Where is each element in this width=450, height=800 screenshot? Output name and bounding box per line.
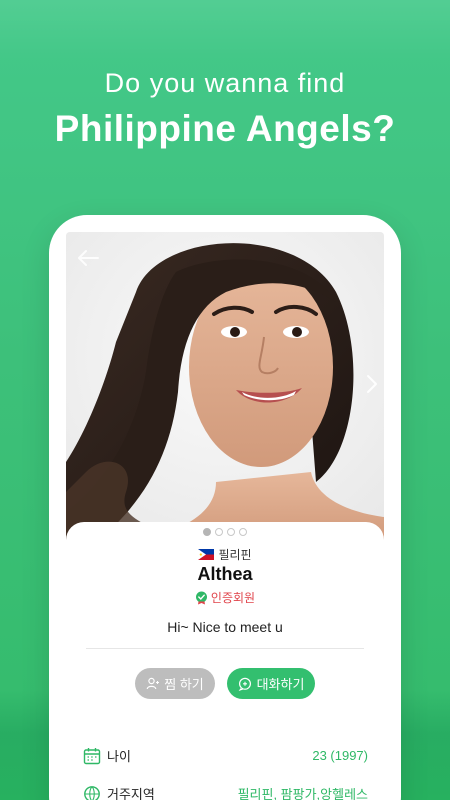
verified-badge: 인증회원 <box>66 589 384 606</box>
pagination-dot[interactable] <box>239 528 247 536</box>
like-button-label: 찜 하기 <box>164 677 204 692</box>
portrait-illustration <box>66 232 384 542</box>
profile-screen: 필리핀 Althea 인증회원 Hi~ Nice to meet u 찜 하기 <box>66 232 384 800</box>
detail-label-age: 나이 <box>107 749 131 764</box>
action-buttons: 찜 하기 대화하기 <box>66 668 384 699</box>
country-row: 필리핀 <box>66 546 384 563</box>
detail-value-location: 필리핀, 팜팡가,앙헬레스 <box>237 787 368 800</box>
calendar-icon <box>83 747 101 764</box>
user-add-icon <box>146 677 160 690</box>
profile-name: Althea <box>197 564 253 584</box>
pagination-dot[interactable] <box>227 528 235 536</box>
detail-value-age: 23 (1997) <box>312 748 368 763</box>
verified-check-icon <box>195 591 207 604</box>
verified-label: 인증회원 <box>210 591 256 605</box>
philippines-flag-icon <box>198 549 215 560</box>
like-button[interactable]: 찜 하기 <box>135 668 215 699</box>
next-photo-chevron-icon[interactable] <box>364 372 380 396</box>
chat-bubble-icon <box>238 677 251 691</box>
detail-label-location: 거주지역 <box>107 787 155 800</box>
pagination-dot[interactable] <box>215 528 223 536</box>
background-top-decoration <box>0 0 450 60</box>
divider <box>86 648 364 649</box>
detail-row-location: 거주지역 필리핀, 팜팡가,앙헬레스 <box>66 784 384 800</box>
profile-photo[interactable] <box>66 232 384 542</box>
detail-row-age: 나이 23 (1997) <box>66 746 384 765</box>
photo-pagination[interactable] <box>66 528 384 536</box>
profile-details-panel: 나이 23 (1997) 거주지역 필리핀, 팜팡가,앙헬레스 <box>66 728 384 800</box>
country-label: 필리핀 <box>218 548 252 562</box>
hero-subtitle: Do you wanna find <box>104 68 346 98</box>
chat-button[interactable]: 대화하기 <box>227 668 315 699</box>
location-icon <box>84 785 100 800</box>
chat-button-label: 대화하기 <box>256 677 305 692</box>
pagination-dot[interactable] <box>203 528 211 536</box>
hero-title: Philippine Angels? <box>54 108 396 149</box>
back-arrow-icon[interactable] <box>76 248 100 268</box>
profile-greeting: Hi~ Nice to meet u <box>167 619 283 635</box>
